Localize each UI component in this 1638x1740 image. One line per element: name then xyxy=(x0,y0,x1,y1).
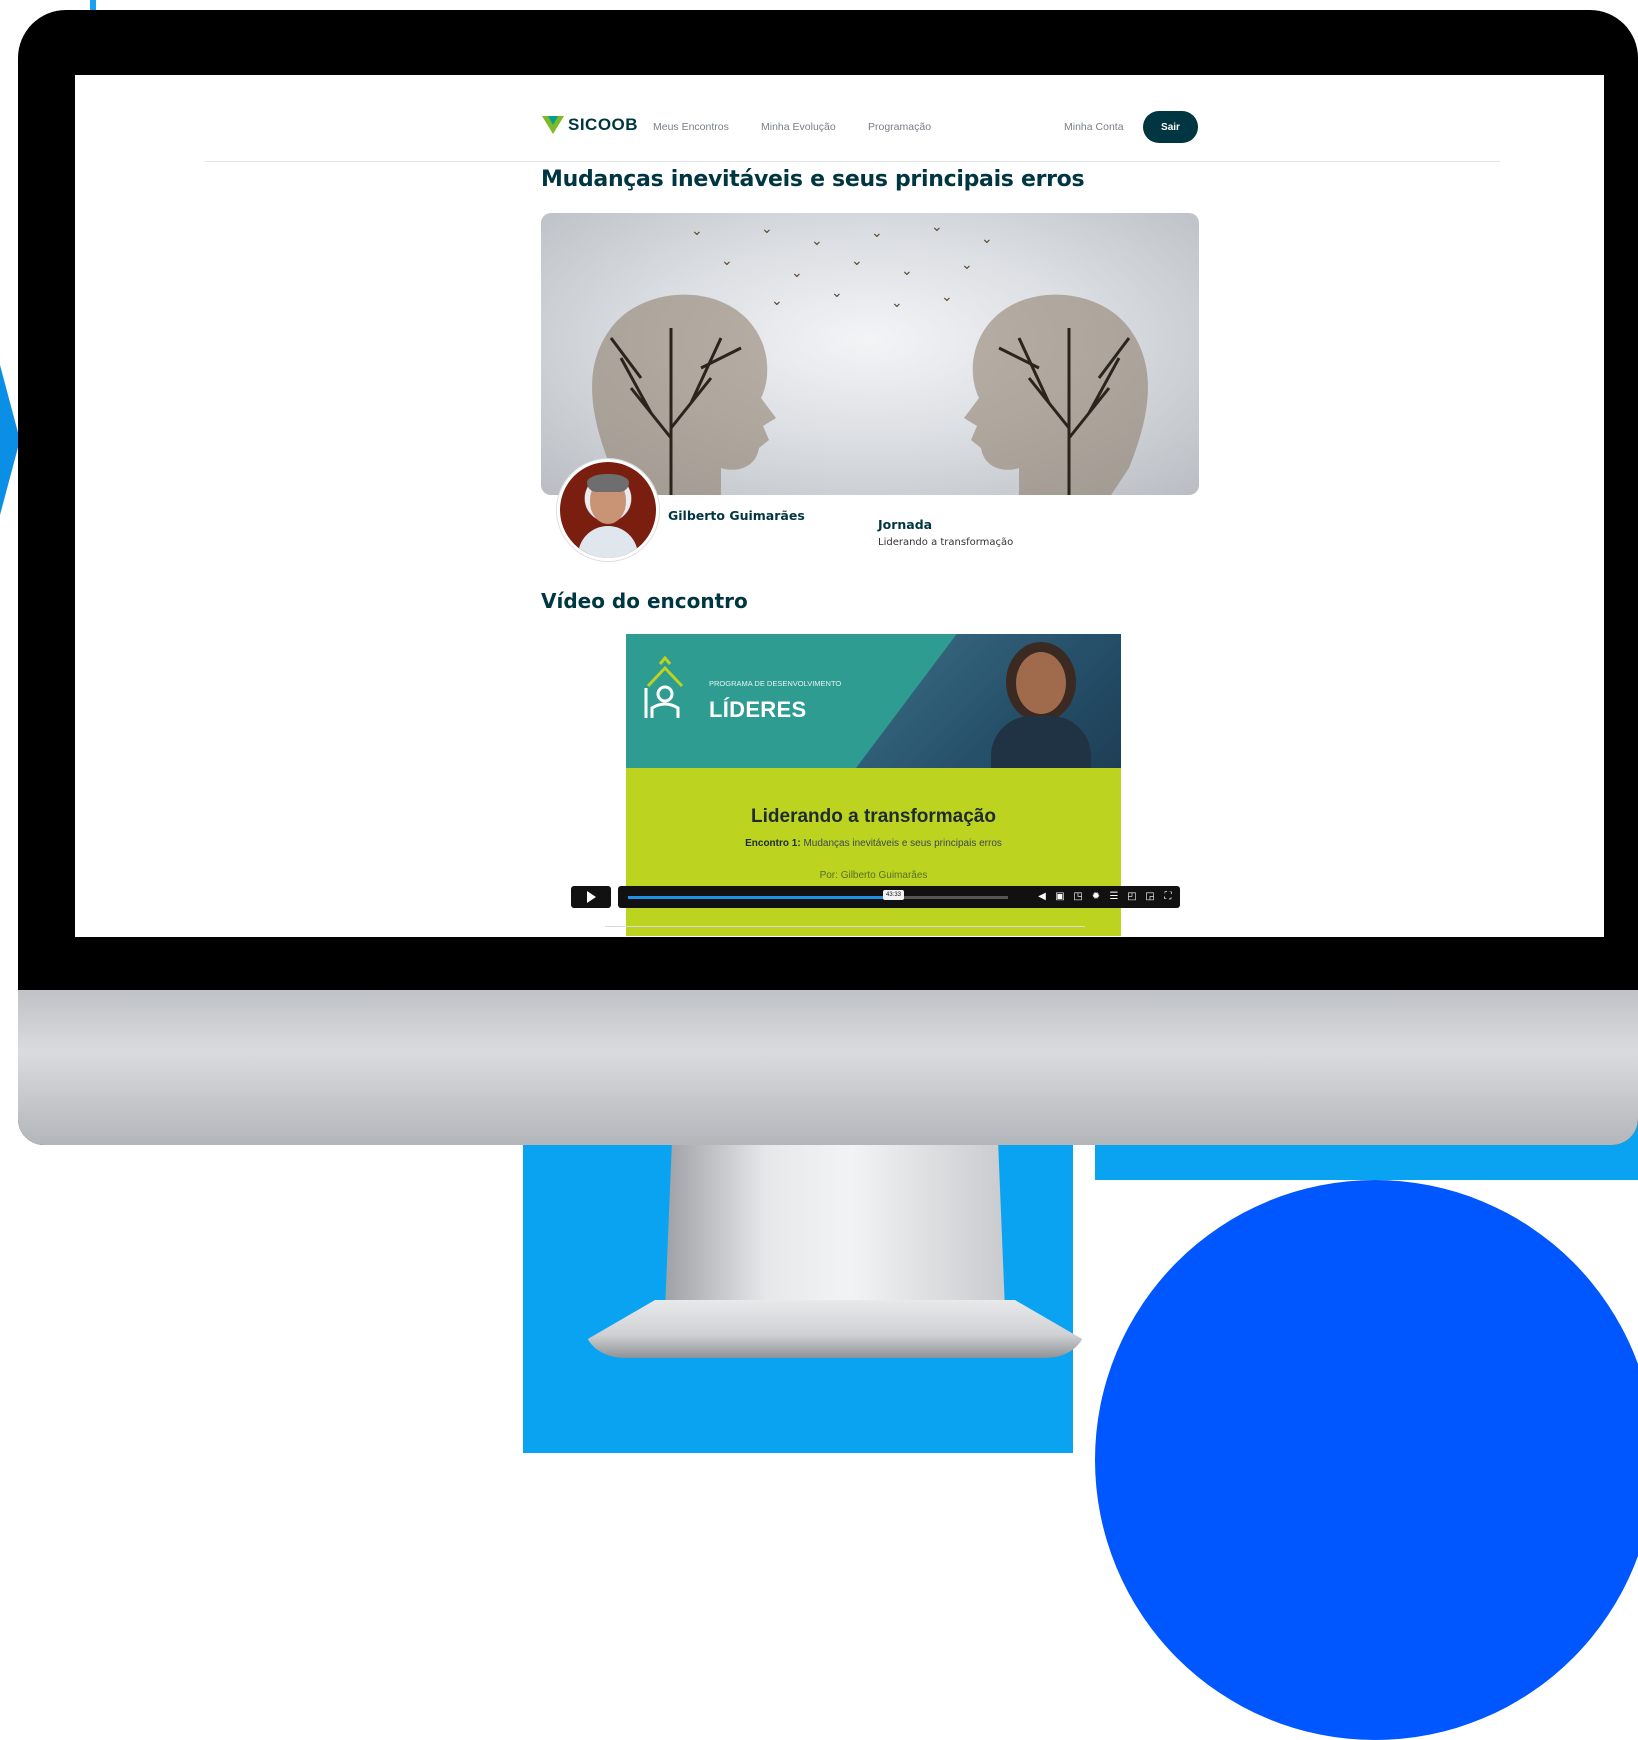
sicoob-logo-icon xyxy=(542,116,564,134)
nav-link-programacao[interactable]: Programação xyxy=(868,121,931,133)
photo-person xyxy=(1016,652,1066,714)
program-label: PROGRAMA DE DESENVOLVIMENTO xyxy=(709,679,842,688)
bird-icon: ⌄ xyxy=(981,231,993,247)
fullscreen-icon[interactable]: ⛶ xyxy=(1162,891,1174,903)
bird-icon: ⌄ xyxy=(901,263,913,279)
nav-link-meus-encontros[interactable]: Meus Encontros xyxy=(653,121,729,133)
slide-body xyxy=(626,768,1121,936)
video-section-heading: Vídeo do encontro xyxy=(541,589,748,613)
speaker-avatar xyxy=(557,459,659,561)
bird-icon: ⌄ xyxy=(691,223,703,239)
leader-program-icon xyxy=(644,656,684,718)
monitor-stand-neck xyxy=(665,1145,1005,1310)
miniplayer-icon[interactable]: ◲ xyxy=(1144,891,1156,903)
jornada-value[interactable]: Liderando a transformação xyxy=(878,537,1013,548)
bird-icon: ⌄ xyxy=(871,225,883,241)
bird-icon: ⌄ xyxy=(941,289,953,305)
divider xyxy=(205,161,1500,162)
picture-in-picture-icon[interactable]: ◳ xyxy=(1072,891,1084,903)
slide-title: Liderando a transformação xyxy=(751,806,996,827)
monitor-chin xyxy=(18,990,1638,1145)
page-title: Mudanças inevitáveis e seus principais e… xyxy=(541,167,1085,192)
nav-link-minha-evolucao[interactable]: Minha Evolução xyxy=(761,121,836,133)
player-control-bar: 43:33 ◀ ▣ ◳ ✹ ☰ ◰ ◲ ⛶ xyxy=(618,886,1180,908)
tree-head-illustration xyxy=(964,294,1148,495)
hero-image: ⌄ ⌄ ⌄ ⌄ ⌄ ⌄ ⌄ ⌄ ⌄ ⌄ ⌄ ⌄ ⌄ ⌄ ⌄ xyxy=(541,213,1199,495)
divider xyxy=(605,926,1085,927)
cast-icon[interactable]: ◰ xyxy=(1126,891,1138,903)
background-circle xyxy=(1095,1180,1638,1740)
bird-icon: ⌄ xyxy=(851,253,863,269)
volume-icon[interactable]: ◀ xyxy=(1036,891,1048,903)
settings-icon[interactable]: ✹ xyxy=(1090,891,1102,903)
account-link[interactable]: Minha Conta xyxy=(1064,121,1124,133)
jornada-label: Jornada xyxy=(878,517,933,532)
slide-subtitle-label: Encontro 1: xyxy=(745,838,801,849)
bird-icon: ⌄ xyxy=(721,253,733,269)
play-icon xyxy=(586,891,596,903)
bird-icon: ⌄ xyxy=(931,219,943,235)
slide-subtitle: Encontro 1: Mudanças inevitáveis e seus … xyxy=(626,838,1121,849)
bird-icon: ⌄ xyxy=(831,285,843,301)
bird-icon: ⌄ xyxy=(811,233,823,249)
speaker-name: Gilberto Guimarães xyxy=(668,508,805,523)
monitor: SICOOB Meus Encontros Minha Evolução Pro… xyxy=(18,10,1638,1145)
slide-author: Por: Gilberto Guimarães xyxy=(819,870,928,881)
captions-icon[interactable]: ▣ xyxy=(1054,891,1066,903)
background-decoration xyxy=(0,290,20,590)
time-tooltip: 43:33 xyxy=(883,890,905,900)
logo-text: SICOOB xyxy=(568,115,639,134)
slide-subtitle-text: Mudanças inevitáveis e seus principais e… xyxy=(800,838,1002,849)
photo-person xyxy=(991,716,1091,776)
bird-icon: ⌄ xyxy=(761,221,773,237)
progress-bar[interactable]: 43:33 xyxy=(628,890,1008,900)
program-title: LÍDERES xyxy=(709,697,807,722)
navbar: SICOOB Meus Encontros Minha Evolução Pro… xyxy=(75,75,1604,163)
bird-icon: ⌄ xyxy=(961,257,973,273)
screen: SICOOB Meus Encontros Minha Evolução Pro… xyxy=(75,75,1604,937)
bird-icon: ⌄ xyxy=(891,295,903,311)
bird-icon: ⌄ xyxy=(771,293,783,309)
progress-fill xyxy=(628,896,891,899)
sicoob-logo[interactable]: SICOOB xyxy=(542,115,638,135)
play-button[interactable] xyxy=(571,886,611,908)
bird-icon: ⌄ xyxy=(791,265,803,281)
monitor-stand-foot xyxy=(585,1300,1085,1358)
logout-button[interactable]: Sair xyxy=(1143,111,1198,143)
chapters-icon[interactable]: ☰ xyxy=(1108,891,1120,903)
